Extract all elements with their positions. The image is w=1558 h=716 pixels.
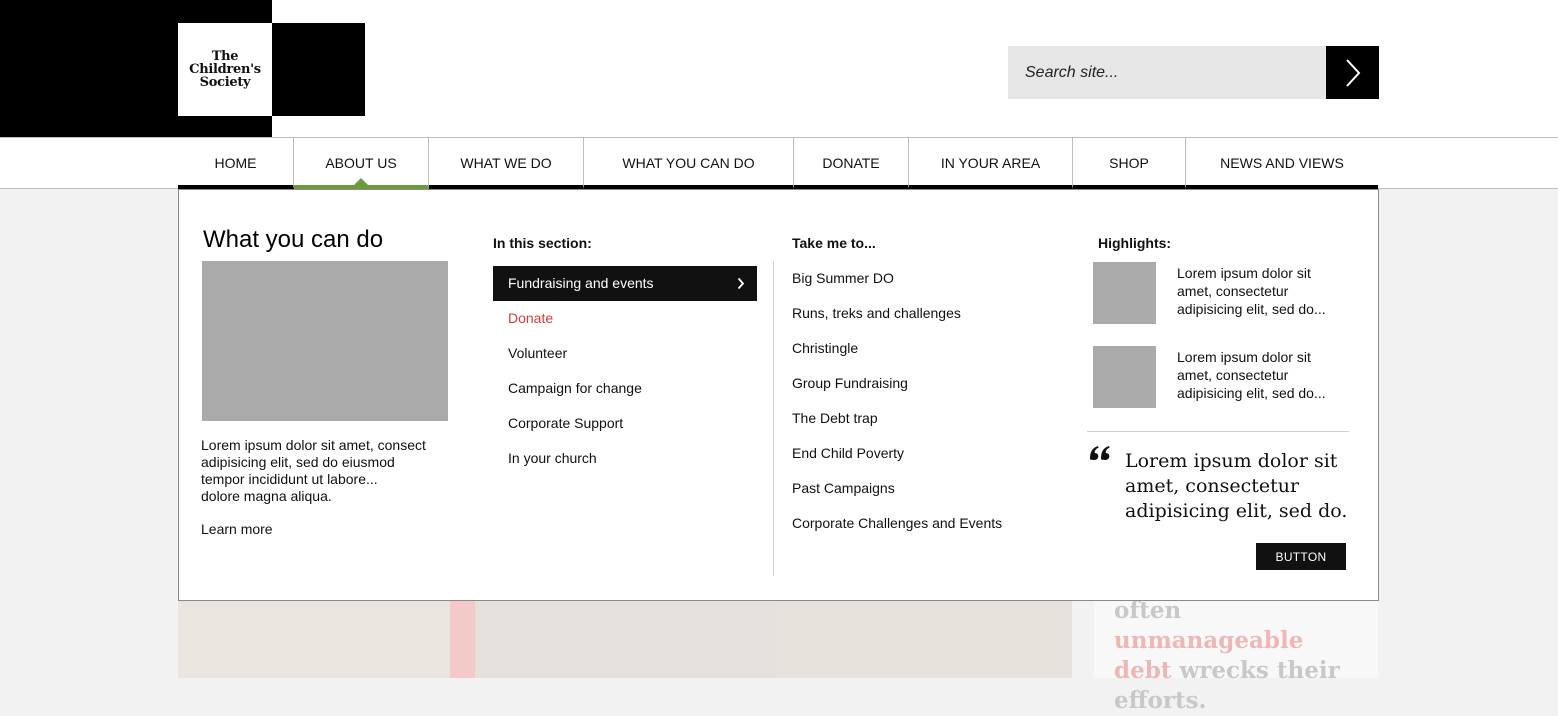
search-input[interactable] — [1008, 46, 1326, 99]
quote-icon — [1090, 446, 1110, 460]
site-logo[interactable]: The Children's Society — [178, 23, 272, 116]
nav-item-news-and-views[interactable]: NEWS AND VIEWS — [1186, 138, 1378, 189]
main-nav: HOME ABOUT US WHAT WE DO WHAT YOU CAN DO… — [178, 138, 1378, 189]
quote-cta-button[interactable]: BUTTON — [1256, 543, 1346, 570]
highlights-divider — [1087, 431, 1349, 432]
section-item-corporate-support[interactable]: Corporate Support — [493, 406, 757, 441]
section-item-fundraising[interactable]: Fundraising and events — [493, 266, 757, 301]
take-me-to-link[interactable]: Past Campaigns — [792, 471, 1002, 506]
logo-line-3: Society — [199, 75, 251, 90]
bg-quote-text: often — [1114, 597, 1182, 624]
nav-item-about-us[interactable]: ABOUT US — [294, 138, 429, 189]
pull-quote-line: Lorem ipsum dolor sit — [1125, 450, 1338, 472]
description-line: adipisicing elit, sed do eiusmod — [201, 454, 395, 470]
highlight-line: Lorem ipsum dolor sit — [1177, 265, 1311, 281]
hero-image-strip — [178, 600, 1072, 678]
section-item-donate[interactable]: Donate — [493, 301, 757, 336]
hero-photo-accent — [450, 600, 475, 678]
description-line: tempor incididunt ut labore... — [201, 471, 378, 487]
hero-photo — [475, 600, 775, 678]
nav-item-donate[interactable]: DONATE — [794, 138, 909, 189]
section-item-church[interactable]: In your church — [493, 441, 757, 476]
highlight-thumbnail — [1093, 346, 1156, 408]
hero-photo — [775, 600, 1072, 678]
take-me-to-link[interactable]: Group Fundraising — [792, 366, 1002, 401]
nav-item-what-you-can-do[interactable]: WHAT YOU CAN DO — [584, 138, 794, 189]
nav-item-shop[interactable]: SHOP — [1073, 138, 1186, 189]
mega-menu-title: What you can do — [203, 226, 384, 253]
feature-image-placeholder — [202, 261, 448, 421]
highlight-line: amet, consectetur — [1177, 283, 1289, 299]
nav-item-what-we-do[interactable]: WHAT WE DO — [429, 138, 584, 189]
highlight-line: amet, consectetur — [1177, 367, 1289, 383]
highlight-text: Lorem ipsum dolor sit amet, consectetur … — [1177, 264, 1342, 318]
highlight-thumbnail — [1093, 262, 1156, 324]
nav-item-in-your-area[interactable]: IN YOUR AREA — [909, 138, 1073, 189]
hero-photo — [178, 600, 448, 678]
description-line: dolore magna aliqua. — [201, 488, 332, 504]
in-this-section-heading: In this section: — [493, 235, 592, 251]
site-header: The Children's Society — [0, 0, 1558, 137]
take-me-to-link[interactable]: The Debt trap — [792, 401, 1002, 436]
highlight-line: Lorem ipsum dolor sit — [1177, 349, 1311, 365]
search-submit-button[interactable] — [1326, 46, 1379, 99]
pull-quote: Lorem ipsum dolor sit amet, consectetur … — [1125, 449, 1350, 524]
take-me-to-heading: Take me to... — [792, 235, 876, 251]
take-me-to-link[interactable]: End Child Poverty — [792, 436, 1002, 471]
bg-quote-highlight: debt — [1114, 657, 1172, 684]
take-me-to-link[interactable]: Big Summer DO — [792, 261, 1002, 296]
nav-item-home[interactable]: HOME — [178, 138, 294, 189]
highlight-text: Lorem ipsum dolor sit amet, consectetur … — [1177, 348, 1342, 402]
chevron-right-icon — [1345, 58, 1360, 87]
bg-quote-highlight: unmanageable — [1114, 627, 1304, 654]
mega-menu-dropdown: What you can do Lorem ipsum dolor sit am… — [178, 189, 1379, 601]
section-item-label: Fundraising and events — [508, 275, 654, 291]
highlight-item[interactable]: Lorem ipsum dolor sit amet, consectetur … — [1093, 262, 1348, 324]
section-item-volunteer[interactable]: Volunteer — [493, 336, 757, 371]
take-me-to-link[interactable]: Christingle — [792, 331, 1002, 366]
highlight-item[interactable]: Lorem ipsum dolor sit amet, consectetur … — [1093, 346, 1348, 408]
column-divider — [773, 261, 774, 576]
take-me-to-list: Big Summer DO Runs, treks and challenges… — [792, 261, 1002, 541]
feature-description: Lorem ipsum dolor sit amet, consect adip… — [201, 437, 446, 505]
description-line: Lorem ipsum dolor sit amet, consect — [201, 437, 426, 453]
take-me-to-link[interactable]: Runs, treks and challenges — [792, 296, 1002, 331]
highlights-heading: Highlights: — [1098, 235, 1172, 251]
section-item-campaign[interactable]: Campaign for change — [493, 371, 757, 406]
learn-more-link[interactable]: Learn more — [201, 521, 273, 537]
highlight-line: adipisicing elit, sed do... — [1177, 385, 1326, 401]
pull-quote-line: adipisicing elit, sed do. — [1125, 500, 1348, 522]
logo-black-square — [272, 23, 365, 116]
highlight-line: adipisicing elit, sed do... — [1177, 301, 1326, 317]
take-me-to-link[interactable]: Corporate Challenges and Events — [792, 506, 1002, 541]
bg-quote-text: efforts. — [1114, 687, 1207, 714]
section-menu: Fundraising and events Donate Volunteer … — [493, 266, 757, 476]
pull-quote-line: amet, consectetur — [1125, 475, 1300, 497]
bg-quote-text: wrecks their — [1179, 657, 1340, 684]
